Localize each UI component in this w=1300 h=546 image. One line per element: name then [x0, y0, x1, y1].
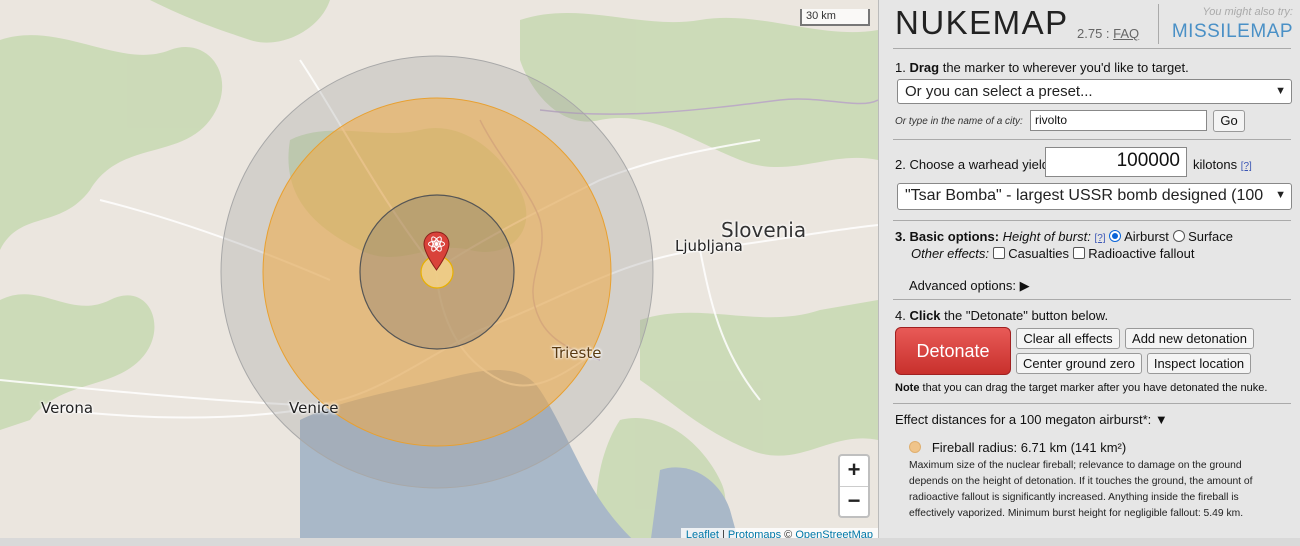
effect-distances-heading[interactable]: Effect distances for a 100 megaton airbu…: [895, 412, 1168, 427]
step1-text: the marker to wherever you'd like to tar…: [939, 60, 1189, 75]
effect-heading-text: Effect distances for a 100 megaton airbu…: [895, 412, 1152, 427]
step4-number: 4.: [895, 308, 910, 323]
inspect-location-button[interactable]: Inspect location: [1147, 353, 1251, 374]
city-input-label: Or type in the name of a city:: [895, 116, 1023, 127]
fallout-checkbox[interactable]: [1072, 247, 1085, 259]
casualties-checkbox[interactable]: [992, 247, 1005, 259]
control-panel: NUKEMAP 2.75 : FAQ You might also try: M…: [878, 0, 1300, 546]
map-label-venice: Venice: [289, 399, 339, 417]
fireball-radius-text: Fireball radius: 6.71 km (141 km²): [931, 440, 1127, 455]
fireball-legend: Fireball radius: 6.71 km (141 km²): [909, 440, 1126, 455]
clear-effects-button[interactable]: Clear all effects: [1016, 328, 1120, 349]
collapse-arrow-icon: ▼: [1154, 412, 1168, 427]
map-scale-bar: 30 km: [800, 9, 870, 26]
yield-unit: kilotons [?]: [1193, 157, 1252, 172]
advanced-options-toggle[interactable]: Advanced options: ▶: [909, 278, 1030, 294]
map-label-ljubljana: Ljubljana: [675, 237, 743, 255]
header-divider: [1158, 4, 1159, 44]
center-ground-zero-button[interactable]: Center ground zero: [1016, 353, 1142, 374]
airburst-label: Airburst: [1124, 229, 1169, 244]
drag-note: Note that you can drag the target marker…: [895, 382, 1267, 394]
step4-text: the "Detonate" button below.: [940, 308, 1109, 323]
chevron-down-icon: ▼: [1275, 85, 1286, 97]
yield-input[interactable]: 100000: [1045, 147, 1187, 177]
step2-label: 2. Choose a warhead yield: [?]: [895, 157, 1067, 172]
yield-unit-text: kilotons: [1193, 157, 1238, 172]
missilemap-link[interactable]: MISSILEMAP: [1172, 21, 1293, 43]
map-label-trieste: Trieste: [552, 344, 602, 362]
yield-preset-value: "Tsar Bomba" - largest USSR bomb designe…: [905, 187, 1264, 204]
detonate-button[interactable]: Detonate: [895, 327, 1011, 375]
zoom-in-button[interactable]: +: [840, 456, 868, 486]
version-number: 2.75 :: [1077, 26, 1114, 41]
try-label: You might also try:: [1202, 6, 1294, 18]
fireball-description: Maximum size of the nuclear fireball; re…: [909, 460, 1253, 519]
zoom-control: + −: [838, 454, 870, 518]
map-tiles: [0, 0, 878, 546]
preset-target-select[interactable]: Or you can select a preset... ▼: [897, 79, 1292, 104]
step2-text: 2. Choose a warhead yield:: [895, 157, 1053, 172]
step1-bold: Drag: [909, 60, 940, 75]
fireball-color-swatch: [909, 441, 921, 453]
expand-arrow-icon: ▶: [1019, 278, 1030, 293]
fallout-label: Radioactive fallout: [1088, 246, 1195, 261]
other-effects-row: Other effects: Casualties Radioactive fa…: [911, 246, 1194, 261]
advanced-options-label: Advanced options:: [909, 278, 1016, 293]
add-detonation-button[interactable]: Add new detonation: [1125, 328, 1254, 349]
step1-number: 1.: [895, 60, 910, 75]
panel-header: NUKEMAP 2.75 : FAQ You might also try: M…: [895, 4, 1295, 48]
faq-link[interactable]: FAQ: [1113, 26, 1139, 41]
nukemap-logo: NUKEMAP: [895, 4, 1069, 41]
airburst-radio[interactable]: [1109, 230, 1122, 242]
chevron-down-icon: ▼: [1275, 189, 1286, 201]
go-button[interactable]: Go: [1213, 110, 1245, 132]
divider: [893, 299, 1291, 300]
divider: [893, 48, 1291, 49]
unit-help-link[interactable]: [?]: [1241, 161, 1252, 172]
step3-label: 3. Basic options:: [895, 229, 1000, 244]
basic-options-row: 3. Basic options: Height of burst: [?] A…: [895, 229, 1233, 244]
map-label-verona: Verona: [41, 399, 94, 417]
divider: [893, 139, 1291, 140]
preset-target-value: Or you can select a preset...: [905, 83, 1093, 100]
burst-help-link[interactable]: [?]: [1094, 233, 1105, 244]
map-view[interactable]: 30 km Slovenia Ljubljana Trieste Verona …: [0, 0, 878, 546]
bottom-strip: [0, 538, 1300, 546]
height-of-burst-label: Height of burst:: [1002, 229, 1091, 244]
city-input[interactable]: rivolto: [1030, 110, 1207, 131]
surface-radio[interactable]: [1172, 230, 1185, 242]
surface-label: Surface: [1188, 229, 1233, 244]
step4-bold: Click: [909, 308, 941, 323]
yield-preset-select[interactable]: "Tsar Bomba" - largest USSR bomb designe…: [897, 183, 1292, 210]
version-label: 2.75 : FAQ: [1077, 26, 1139, 41]
step1-instruction: 1. Drag the marker to wherever you'd lik…: [895, 60, 1189, 75]
target-marker-icon[interactable]: [423, 231, 450, 271]
divider: [893, 403, 1291, 404]
divider: [893, 220, 1291, 221]
note-text: that you can drag the target marker afte…: [919, 382, 1268, 394]
casualties-label: Casualties: [1008, 246, 1069, 261]
zoom-out-button[interactable]: −: [840, 486, 868, 516]
other-effects-label: Other effects:: [911, 246, 990, 261]
note-bold: Note: [895, 382, 920, 394]
step4-instruction: 4. Click the "Detonate" button below.: [895, 308, 1108, 323]
